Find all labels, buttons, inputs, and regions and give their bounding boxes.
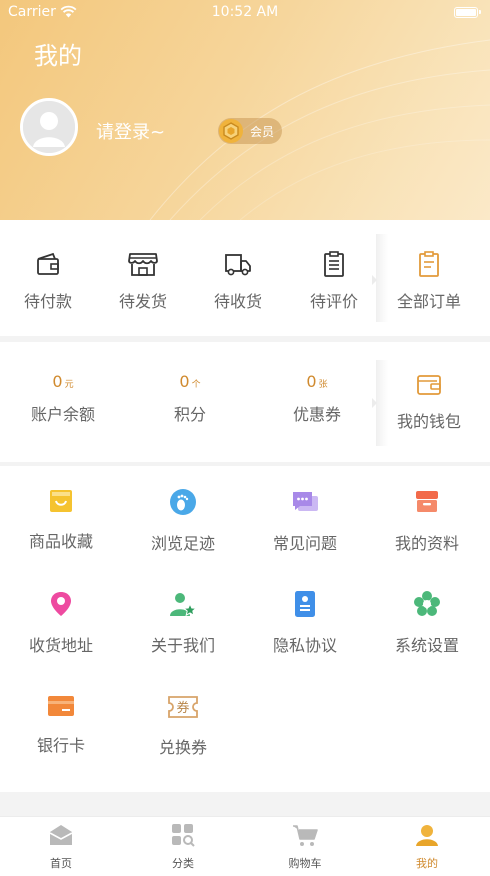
tab-label: 首页	[50, 857, 72, 870]
service-privacy[interactable]: 隐私协议	[244, 590, 366, 656]
service-about-us[interactable]: 关于我们	[122, 590, 244, 656]
footprint-icon	[170, 489, 196, 515]
tab-category[interactable]: 分类	[122, 823, 244, 871]
service-label: 系统设置	[394, 636, 459, 655]
service-settings[interactable]: 系统设置	[366, 590, 488, 656]
service-label: 收货地址	[28, 636, 93, 655]
wallet-label: 我的钱包	[396, 412, 461, 431]
service-label: 隐私协议	[272, 636, 337, 655]
service-label: 浏览足迹	[150, 534, 215, 553]
divider-arrow	[372, 275, 377, 285]
wallet-icon	[37, 252, 59, 275]
order-label: 待发货	[118, 292, 167, 311]
service-label: 常见问题	[272, 534, 337, 553]
status-bar: Carrier 10:52 AM	[0, 0, 490, 28]
service-footprints[interactable]: 浏览足迹	[122, 488, 244, 554]
order-label: 待评价	[309, 292, 358, 311]
order-pending-receipt[interactable]: 待收货	[190, 250, 286, 312]
order-pending-review[interactable]: 待评价	[286, 250, 382, 312]
profile-header: Carrier 10:52 AM 我的 请登录~ 会员	[0, 0, 490, 220]
wallet-label: 积分	[173, 405, 206, 424]
coupons-value: 0张	[306, 372, 328, 391]
coupon-icon-text: 券	[176, 700, 189, 716]
bank-card-icon	[48, 696, 74, 716]
login-prompt[interactable]: 请登录~	[96, 118, 165, 144]
location-pin-icon	[51, 592, 71, 616]
order-pending-shipment[interactable]: 待发货	[95, 250, 191, 312]
service-label: 关于我们	[150, 636, 215, 655]
document-icon	[295, 591, 315, 617]
tab-label: 购物车	[288, 857, 322, 870]
status-time: 10:52 AM	[211, 4, 279, 20]
order-label: 全部订单	[396, 292, 461, 311]
tab-label: 分类	[172, 857, 194, 870]
favorites-bag-icon	[50, 490, 72, 512]
clipboard-icon	[324, 251, 344, 277]
wallet-card: 0元 账户余额 0个 积分 0张 优惠券 我的钱包	[0, 342, 490, 462]
service-label: 商品收藏	[28, 532, 93, 551]
tab-home[interactable]: 首页	[0, 823, 122, 871]
header-wave-decoration	[149, 39, 490, 220]
points-value: 0个	[179, 372, 201, 391]
default-avatar-icon	[23, 101, 75, 153]
tab-cart[interactable]: 购物车	[244, 823, 366, 871]
services-card: 商品收藏 浏览足迹 常见问题 我的资料 收货地址 关于我们 隐私协议 系统设置 …	[0, 466, 490, 792]
service-my-profile[interactable]: 我的资料	[366, 488, 488, 554]
service-address[interactable]: 收货地址	[0, 590, 122, 656]
member-hexagon-icon	[219, 119, 243, 143]
avatar[interactable]	[20, 98, 78, 156]
tab-profile[interactable]: 我的	[366, 823, 488, 871]
shop-profile-icon	[416, 491, 438, 512]
balance-value: 0元	[52, 372, 74, 391]
order-list-icon	[419, 251, 439, 277]
bottom-tab-bar: 首页 分类 购物车 我的	[0, 816, 490, 876]
member-label: 会员	[250, 125, 275, 139]
cart-icon	[293, 825, 318, 846]
coupons[interactable]: 0张 优惠券	[269, 372, 365, 425]
service-coupon[interactable]: 券 兑换券	[122, 694, 244, 758]
store-icon	[128, 253, 158, 276]
member-badge[interactable]: 会员	[218, 118, 282, 144]
home-icon	[49, 825, 73, 845]
service-favorites[interactable]: 商品收藏	[0, 488, 122, 552]
truck-icon	[225, 254, 251, 276]
order-label: 待收货	[213, 292, 262, 311]
page-title: 我的	[34, 42, 82, 70]
all-orders-button[interactable]: 全部订单	[381, 250, 477, 312]
points[interactable]: 0个 积分	[142, 372, 238, 425]
profile-icon	[416, 825, 438, 846]
battery-icon	[454, 7, 481, 18]
settings-flower-icon	[414, 591, 440, 616]
coupon-icon: 券	[168, 696, 198, 718]
my-wallet-button[interactable]: 我的钱包	[381, 372, 477, 432]
tab-label: 我的	[416, 857, 438, 870]
order-label: 待付款	[23, 292, 72, 311]
orders-card: 待付款 待发货 待收货 待评价 全部订单	[0, 220, 490, 336]
wallet-label: 账户余额	[30, 405, 95, 424]
wallet-label: 优惠券	[292, 405, 341, 424]
divider-arrow	[372, 398, 377, 408]
category-icon	[172, 824, 195, 847]
user-star-icon	[170, 593, 198, 617]
wallet-icon	[417, 375, 441, 395]
service-bank-card[interactable]: 银行卡	[0, 694, 122, 756]
account-balance[interactable]: 0元 账户余额	[15, 372, 111, 425]
service-label: 我的资料	[394, 534, 459, 553]
service-label: 兑换券	[158, 738, 207, 757]
chat-bubbles-icon	[293, 492, 318, 511]
service-faq[interactable]: 常见问题	[244, 488, 366, 554]
service-label: 银行卡	[36, 736, 85, 755]
order-pending-payment[interactable]: 待付款	[0, 250, 96, 312]
